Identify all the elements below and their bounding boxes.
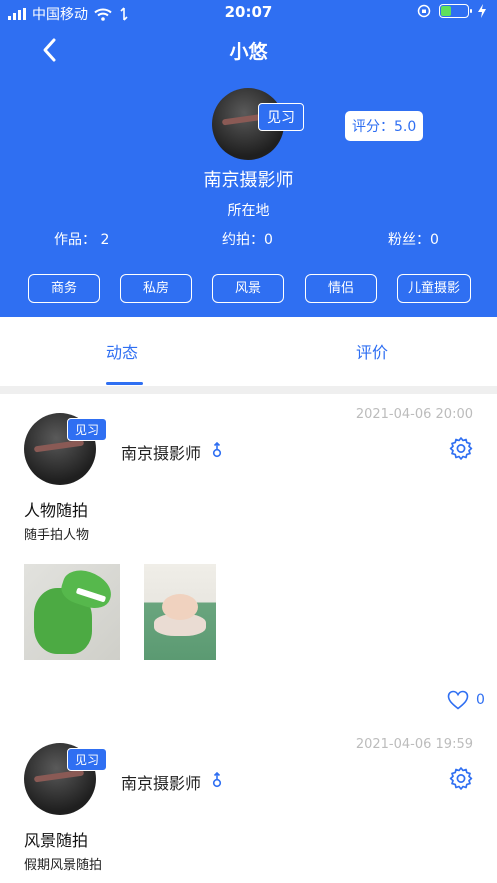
tab-reviews[interactable]: 评价 bbox=[356, 339, 388, 363]
tag-boudoir[interactable]: 私房 bbox=[120, 274, 192, 303]
tag-couple[interactable]: 情侣 bbox=[305, 274, 377, 303]
male-gender-icon bbox=[212, 442, 222, 458]
post-title: 人物随拍 bbox=[24, 501, 89, 520]
section-divider bbox=[0, 386, 497, 394]
tag-children[interactable]: 儿童摄影 bbox=[397, 274, 471, 303]
post-photo-baby[interactable] bbox=[144, 564, 216, 660]
like-count: 0 bbox=[476, 692, 485, 708]
post-photo-grid bbox=[0, 564, 497, 660]
post-description: 随手拍人物 bbox=[24, 528, 90, 543]
male-gender-icon bbox=[212, 772, 222, 788]
profile-location: 所在地 bbox=[227, 203, 270, 219]
tab-moments[interactable]: 动态 bbox=[106, 339, 138, 363]
rating-badge: 评分：5.0 bbox=[345, 111, 424, 141]
post-level-badge: 见习 bbox=[67, 418, 108, 441]
level-badge: 见习 bbox=[258, 103, 304, 131]
battery-icon bbox=[439, 4, 472, 18]
profile-name: 南京摄影师 bbox=[203, 170, 294, 191]
status-bar: 中国移动 20:07 bbox=[0, 0, 497, 26]
stat-fans[interactable]: 粉丝：0 bbox=[388, 229, 439, 249]
heart-icon[interactable] bbox=[447, 690, 469, 710]
post-card[interactable]: 2021-04-06 19:59 见习 南京摄影师 风景随拍 假期风景随拍 bbox=[0, 734, 497, 883]
post-time: 2021-04-06 19:59 bbox=[355, 737, 473, 752]
stat-bookings[interactable]: 约拍：0 bbox=[222, 229, 273, 249]
post-description: 假期风景随拍 bbox=[24, 858, 103, 873]
stat-works[interactable]: 作品： 2 bbox=[54, 229, 109, 249]
charging-icon bbox=[478, 4, 486, 18]
page-title: 小悠 bbox=[229, 41, 268, 63]
tag-scenery[interactable]: 风景 bbox=[212, 274, 284, 303]
post-username[interactable]: 南京摄影师 bbox=[121, 440, 201, 464]
post-level-badge: 见习 bbox=[67, 748, 108, 771]
tab-bar: 动态 评价 bbox=[0, 317, 497, 386]
post-title: 风景随拍 bbox=[24, 831, 89, 850]
post-time: 2021-04-06 20:00 bbox=[355, 407, 473, 422]
post-username[interactable]: 南京摄影师 bbox=[121, 770, 201, 794]
active-tab-indicator bbox=[106, 382, 143, 385]
post-photo-plush-crocodile[interactable] bbox=[24, 564, 120, 660]
settings-gear-icon[interactable] bbox=[449, 436, 473, 460]
settings-gear-icon[interactable] bbox=[449, 766, 473, 790]
tag-business[interactable]: 商务 bbox=[28, 274, 100, 303]
profile-header: 中国移动 20:07 小悠 见习 评分：5.0 南京摄影师 所在地 作品： 2 … bbox=[0, 0, 497, 317]
post-card[interactable]: 2021-04-06 20:00 见习 南京摄影师 人物随拍 随手拍人物 0 bbox=[0, 394, 497, 734]
orientation-lock-icon bbox=[417, 4, 431, 18]
